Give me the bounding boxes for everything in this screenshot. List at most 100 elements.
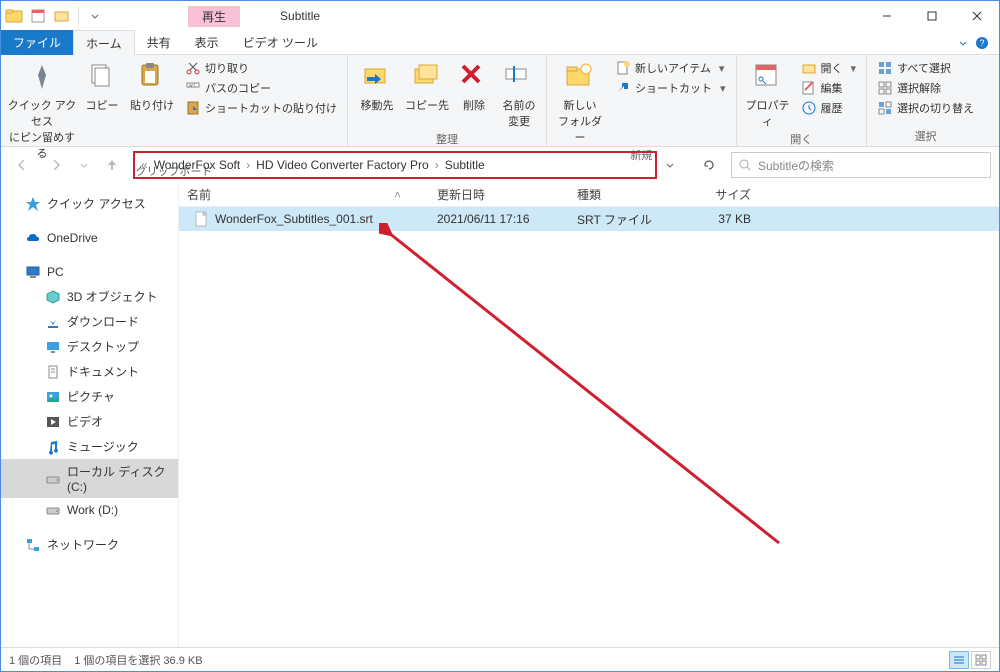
nav-recent-button[interactable] bbox=[77, 152, 91, 178]
refresh-button[interactable] bbox=[695, 152, 723, 178]
file-type: SRT ファイル bbox=[569, 211, 679, 228]
properties-icon bbox=[752, 61, 784, 93]
search-placeholder: Subtitleの検索 bbox=[758, 157, 834, 174]
ribbon-chevron-icon[interactable] bbox=[957, 37, 969, 49]
network-icon bbox=[25, 537, 41, 553]
chevron-left-icon[interactable]: « bbox=[139, 158, 150, 172]
view-thumbnails-button[interactable] bbox=[971, 651, 991, 669]
sidebar-item-desktop[interactable]: デスクトップ bbox=[1, 334, 178, 359]
star-icon bbox=[25, 196, 41, 212]
sidebar-item-onedrive[interactable]: OneDrive bbox=[1, 226, 178, 250]
sidebar-item-videos[interactable]: ビデオ bbox=[1, 409, 178, 434]
new-shortcut-button[interactable]: ショートカット▾ bbox=[611, 79, 730, 97]
breadcrumb-seg-0[interactable]: WonderFox Soft bbox=[150, 158, 244, 172]
chevron-right-icon: › bbox=[433, 158, 441, 172]
tab-video-tools[interactable]: ビデオ ツール bbox=[231, 30, 330, 55]
download-icon bbox=[45, 314, 61, 330]
sidebar-item-network[interactable]: ネットワーク bbox=[1, 532, 178, 557]
tab-share[interactable]: 共有 bbox=[135, 30, 183, 55]
paste-button[interactable]: 貼り付け bbox=[127, 57, 177, 113]
folder-icon bbox=[3, 5, 25, 27]
maximize-button[interactable] bbox=[909, 1, 954, 31]
rename-icon bbox=[503, 61, 535, 93]
tab-file[interactable]: ファイル bbox=[1, 30, 73, 55]
qat-new-folder-icon[interactable] bbox=[51, 5, 73, 27]
history-button[interactable]: 履歴 bbox=[797, 99, 861, 117]
pin-to-quick-access-button[interactable]: クイック アクセス にピン留めする bbox=[7, 57, 77, 161]
copy-icon bbox=[86, 61, 118, 93]
select-none-button[interactable]: 選択解除 bbox=[873, 79, 978, 97]
breadcrumb-seg-2[interactable]: Subtitle bbox=[441, 158, 489, 172]
edit-button[interactable]: 編集 bbox=[797, 79, 861, 97]
file-name: WonderFox_Subtitles_001.srt bbox=[215, 212, 373, 226]
search-icon bbox=[738, 158, 752, 172]
nav-up-button[interactable] bbox=[99, 152, 125, 178]
new-item-icon bbox=[615, 60, 631, 76]
desktop-icon bbox=[45, 339, 61, 355]
video-icon bbox=[45, 414, 61, 430]
select-all-button[interactable]: すべて選択 bbox=[873, 59, 978, 77]
chevron-right-icon: › bbox=[244, 158, 252, 172]
paste-shortcut-button[interactable]: ショートカットの貼り付け bbox=[181, 99, 341, 117]
select-all-icon bbox=[877, 60, 893, 76]
sidebar-item-3d-objects[interactable]: 3D オブジェクト bbox=[1, 284, 178, 309]
group-label-organize: 整理 bbox=[354, 129, 540, 147]
sidebar-item-work-d[interactable]: Work (D:) bbox=[1, 498, 178, 522]
file-date: 2021/06/11 17:16 bbox=[429, 212, 569, 226]
col-date[interactable]: 更新日時 bbox=[429, 186, 569, 203]
sidebar-item-downloads[interactable]: ダウンロード bbox=[1, 309, 178, 334]
minimize-button[interactable] bbox=[864, 1, 909, 31]
paste-shortcut-icon bbox=[185, 100, 201, 116]
tab-view[interactable]: 表示 bbox=[183, 30, 231, 55]
sidebar: クイック アクセス OneDrive PC 3D オブジェクト ダウンロード デ… bbox=[1, 183, 179, 647]
copy-path-icon: w:\ bbox=[185, 80, 201, 96]
status-count: 1 個の項目 bbox=[9, 652, 62, 668]
sidebar-item-quick-access[interactable]: クイック アクセス bbox=[1, 191, 178, 216]
col-size[interactable]: サイズ bbox=[679, 186, 759, 203]
sidebar-item-local-disk-c[interactable]: ローカル ディスク (C:) bbox=[1, 459, 178, 498]
new-folder-icon bbox=[564, 61, 596, 93]
sidebar-item-documents[interactable]: ドキュメント bbox=[1, 359, 178, 384]
copy-button[interactable]: コピー bbox=[81, 57, 123, 113]
sidebar-item-pictures[interactable]: ピクチャ bbox=[1, 384, 178, 409]
drive-icon bbox=[45, 502, 61, 518]
context-tab-title: 再生 bbox=[188, 6, 240, 27]
delete-button[interactable]: 削除 bbox=[454, 57, 494, 113]
close-button[interactable] bbox=[954, 1, 999, 31]
tab-home[interactable]: ホーム bbox=[73, 30, 135, 57]
new-item-button[interactable]: 新しいアイテム▾ bbox=[611, 59, 730, 77]
file-row[interactable]: WonderFox_Subtitles_001.srt 2021/06/11 1… bbox=[179, 207, 999, 231]
invert-icon bbox=[877, 100, 893, 116]
delete-icon bbox=[458, 61, 490, 93]
open-button[interactable]: 開く▾ bbox=[797, 59, 861, 77]
nav-forward-button[interactable] bbox=[43, 152, 69, 178]
column-headers[interactable]: 名前˄ 更新日時 種類 サイズ bbox=[179, 183, 999, 207]
qat-dropdown-icon[interactable] bbox=[84, 5, 106, 27]
sidebar-item-music[interactable]: ミュージック bbox=[1, 434, 178, 459]
document-icon bbox=[45, 364, 61, 380]
new-folder-button[interactable]: 新しい フォルダー bbox=[553, 57, 607, 145]
invert-selection-button[interactable]: 選択の切り替え bbox=[873, 99, 978, 117]
svg-text:w:\: w:\ bbox=[189, 83, 196, 89]
cut-button[interactable]: 切り取り bbox=[181, 59, 341, 77]
rename-button[interactable]: 名前の 変更 bbox=[498, 57, 540, 129]
search-input[interactable]: Subtitleの検索 bbox=[731, 152, 991, 178]
move-to-button[interactable]: 移動先 bbox=[354, 57, 400, 113]
picture-icon bbox=[45, 389, 61, 405]
qat-properties-icon[interactable] bbox=[27, 5, 49, 27]
address-dropdown-button[interactable] bbox=[665, 160, 687, 170]
copy-to-button[interactable]: コピー先 bbox=[404, 57, 450, 113]
view-details-button[interactable] bbox=[949, 651, 969, 669]
history-icon bbox=[801, 100, 817, 116]
sidebar-item-pc[interactable]: PC bbox=[1, 260, 178, 284]
nav-back-button[interactable] bbox=[9, 152, 35, 178]
help-icon[interactable]: ? bbox=[975, 36, 989, 50]
copy-path-button[interactable]: w:\パスのコピー bbox=[181, 79, 341, 97]
col-type[interactable]: 種類 bbox=[569, 186, 679, 203]
file-size: 37 KB bbox=[679, 212, 759, 226]
col-name[interactable]: 名前 bbox=[187, 186, 211, 203]
select-none-icon bbox=[877, 80, 893, 96]
breadcrumb[interactable]: « WonderFox Soft › HD Video Converter Fa… bbox=[133, 151, 657, 179]
breadcrumb-seg-1[interactable]: HD Video Converter Factory Pro bbox=[252, 158, 433, 172]
properties-button[interactable]: プロパティ bbox=[743, 57, 793, 129]
